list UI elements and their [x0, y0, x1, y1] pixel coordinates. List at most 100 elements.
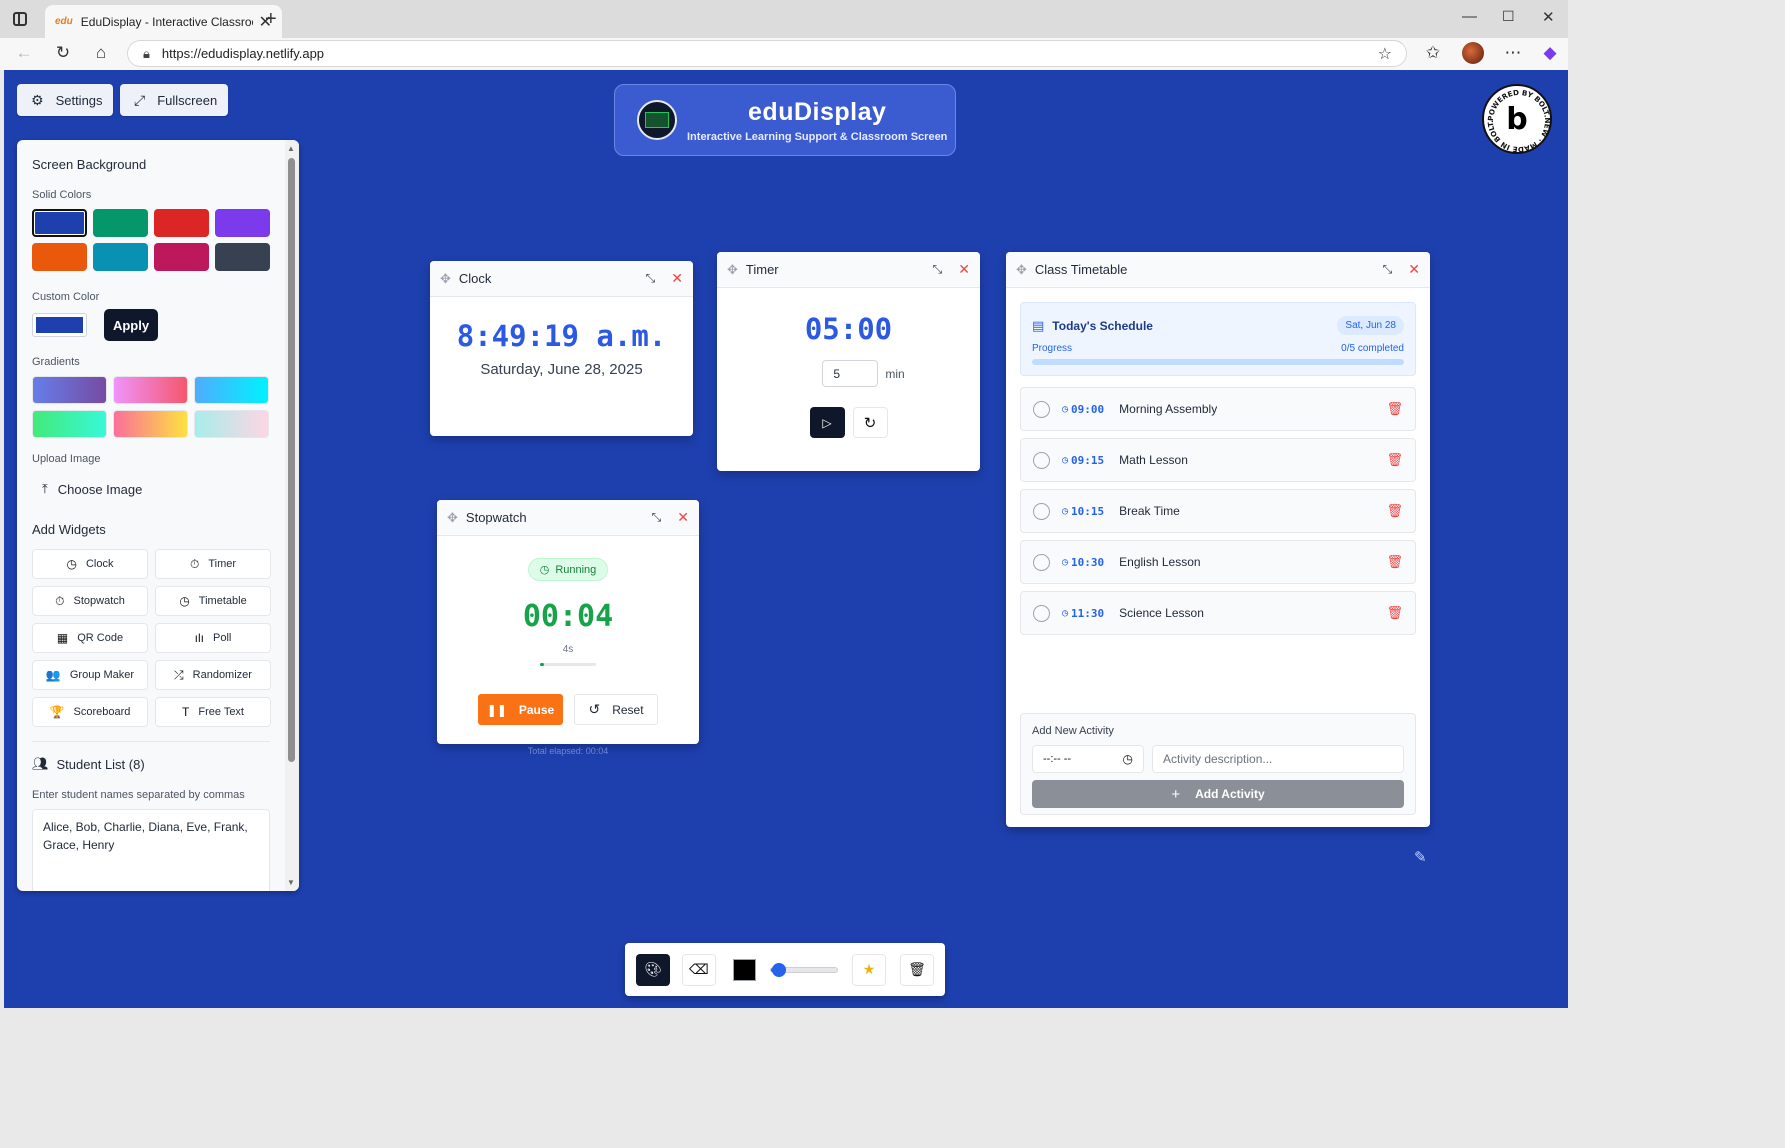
gradient-swatch[interactable]: [194, 376, 269, 404]
favicon-icon: edu: [55, 16, 73, 27]
timer-play-button[interactable]: ▷: [809, 407, 845, 438]
add-widget-button[interactable]: ▦ QR Code: [32, 623, 148, 653]
minimize-icon[interactable]: —: [1462, 8, 1477, 25]
url-field[interactable]: 🔒︎ https://edudisplay.netlify.app ☆: [127, 40, 1407, 67]
complete-checkbox[interactable]: [1033, 451, 1050, 469]
move-icon[interactable]: ✥: [727, 262, 738, 278]
scroll-thumb[interactable]: [288, 158, 295, 762]
add-widget-button[interactable]: ılı Poll: [155, 623, 271, 653]
minimize-icon[interactable]: ⤡: [646, 271, 656, 286]
gradient-swatch[interactable]: [113, 410, 188, 438]
palette-button[interactable]: 🎨︎: [636, 953, 670, 986]
more-icon[interactable]: ⋯: [1503, 43, 1523, 63]
color-swatch[interactable]: [154, 243, 209, 271]
add-widget-button[interactable]: 👥 Group Maker: [32, 660, 148, 690]
copilot-icon[interactable]: ◆: [1540, 43, 1560, 63]
close-icon[interactable]: ✕: [671, 270, 683, 287]
timer-minutes-input[interactable]: 5: [822, 360, 879, 387]
complete-checkbox[interactable]: [1033, 553, 1050, 571]
add-widget-button[interactable]: ◷ Clock: [32, 549, 148, 579]
gradient-swatch[interactable]: [113, 376, 188, 404]
maximize-icon[interactable]: ☐: [1502, 8, 1515, 25]
new-tab-icon[interactable]: +: [265, 8, 277, 31]
clock-icon: ◷: [1062, 505, 1069, 517]
brush-size-slider[interactable]: [770, 962, 839, 977]
choose-image-button[interactable]: ⤒ Choose Image: [32, 475, 154, 503]
add-widget-button[interactable]: ◷ Timetable: [155, 586, 271, 616]
slider-thumb[interactable]: [772, 962, 787, 977]
add-widget-button[interactable]: ⏱ Stopwatch: [32, 586, 148, 616]
move-icon[interactable]: ✥: [1016, 262, 1027, 278]
reset-icon: ↻: [863, 414, 877, 432]
sticker-button[interactable]: ★: [852, 953, 887, 986]
scroll-up-icon[interactable]: ▲: [287, 144, 295, 153]
add-widget-button[interactable]: ⏱ Timer: [155, 549, 271, 579]
favorite-star-icon[interactable]: ☆: [1378, 44, 1392, 64]
color-swatch[interactable]: [215, 209, 270, 237]
pen-color-picker[interactable]: [732, 958, 757, 981]
apply-button[interactable]: Apply: [104, 309, 158, 341]
move-icon[interactable]: ✥: [440, 271, 451, 287]
logo: [637, 100, 677, 140]
refresh-icon[interactable]: ↻: [53, 43, 73, 63]
activity-description-input[interactable]: Activity description...: [1152, 745, 1404, 773]
color-swatch[interactable]: [215, 243, 270, 271]
complete-checkbox[interactable]: [1033, 400, 1050, 418]
gradient-swatch[interactable]: [32, 410, 107, 438]
trash-icon[interactable]: 🗑︎: [1386, 452, 1403, 468]
add-activity-button[interactable]: + Add Activity: [1032, 780, 1404, 808]
reset-button[interactable]: ↺ Reset: [574, 694, 658, 725]
widget-label: Free Text: [198, 706, 244, 718]
eraser-button[interactable]: ⌫: [681, 953, 716, 986]
scroll-down-icon[interactable]: ▼: [287, 878, 295, 887]
clock-icon[interactable]: ◷: [1123, 752, 1133, 766]
color-swatch[interactable]: [93, 243, 148, 271]
profile-avatar[interactable]: [1462, 42, 1484, 64]
trash-icon[interactable]: 🗑︎: [1386, 503, 1403, 519]
trash-icon[interactable]: 🗑︎: [1386, 554, 1403, 570]
bolt-badge[interactable]: POWERED BY BOLT.NEW · MADE IN BOLT.NEW ·…: [1482, 84, 1552, 154]
activity-time-input[interactable]: --:-- -- ◷: [1032, 745, 1144, 773]
close-icon[interactable]: ✕: [677, 509, 689, 526]
fullscreen-button[interactable]: ⤢ Fullscreen: [120, 84, 228, 116]
move-icon[interactable]: ✥: [447, 510, 458, 526]
panel-scrollbar[interactable]: ▲ ▼: [285, 140, 299, 891]
trash-icon[interactable]: 🗑︎: [1386, 401, 1403, 417]
add-widget-button[interactable]: ⤮ Randomizer: [155, 660, 271, 690]
minimize-icon[interactable]: ⤡: [933, 262, 943, 277]
color-swatch[interactable]: [154, 209, 209, 237]
stopwatch-icon: ⏱: [55, 593, 65, 608]
color-swatch[interactable]: [32, 209, 87, 237]
color-swatch[interactable]: [93, 209, 148, 237]
color-swatch[interactable]: [32, 243, 87, 271]
pause-button[interactable]: ❚❚ Pause: [478, 694, 563, 725]
favorites-icon[interactable]: ✩: [1423, 43, 1443, 63]
custom-color-input[interactable]: [32, 313, 87, 337]
complete-checkbox[interactable]: [1033, 604, 1050, 622]
browser-tab[interactable]: edu EduDisplay - Interactive Classroom ✕: [45, 5, 282, 38]
trash-icon[interactable]: 🗑︎: [1386, 605, 1403, 621]
window-close-icon[interactable]: ✕: [1542, 8, 1555, 26]
add-widget-button[interactable]: T Free Text: [155, 697, 271, 727]
tab-actions-icon[interactable]: [13, 12, 27, 26]
activity-time-text: 09:15: [1071, 453, 1105, 467]
gradient-swatch[interactable]: [32, 376, 107, 404]
pencil-icon[interactable]: ✎: [1414, 848, 1428, 866]
minimize-icon[interactable]: ⤡: [1383, 262, 1393, 277]
home-icon[interactable]: ⌂: [91, 43, 111, 63]
app-canvas[interactable]: ⚙ Settings ⤢ Fullscreen eduDisplay Inter…: [4, 70, 1568, 1008]
timer-reset-button[interactable]: ↻: [852, 407, 888, 438]
settings-button[interactable]: ⚙ Settings: [17, 84, 113, 116]
clock-icon: ◷: [179, 594, 190, 608]
gradient-swatch[interactable]: [194, 410, 269, 438]
complete-checkbox[interactable]: [1033, 502, 1050, 520]
add-widget-button[interactable]: 🏆 Scoreboard: [32, 697, 148, 727]
minimize-icon[interactable]: ⤡: [652, 510, 662, 525]
close-icon[interactable]: ✕: [958, 261, 970, 278]
clear-button[interactable]: 🗑︎: [900, 953, 934, 986]
qr-code-icon: ▦: [56, 631, 69, 645]
lock-icon[interactable]: 🔒︎: [143, 46, 150, 62]
student-names-textarea[interactable]: Alice, Bob, Charlie, Diana, Eve, Frank, …: [32, 809, 270, 891]
close-icon[interactable]: ✕: [1408, 261, 1420, 278]
back-icon[interactable]: ←: [14, 43, 34, 63]
